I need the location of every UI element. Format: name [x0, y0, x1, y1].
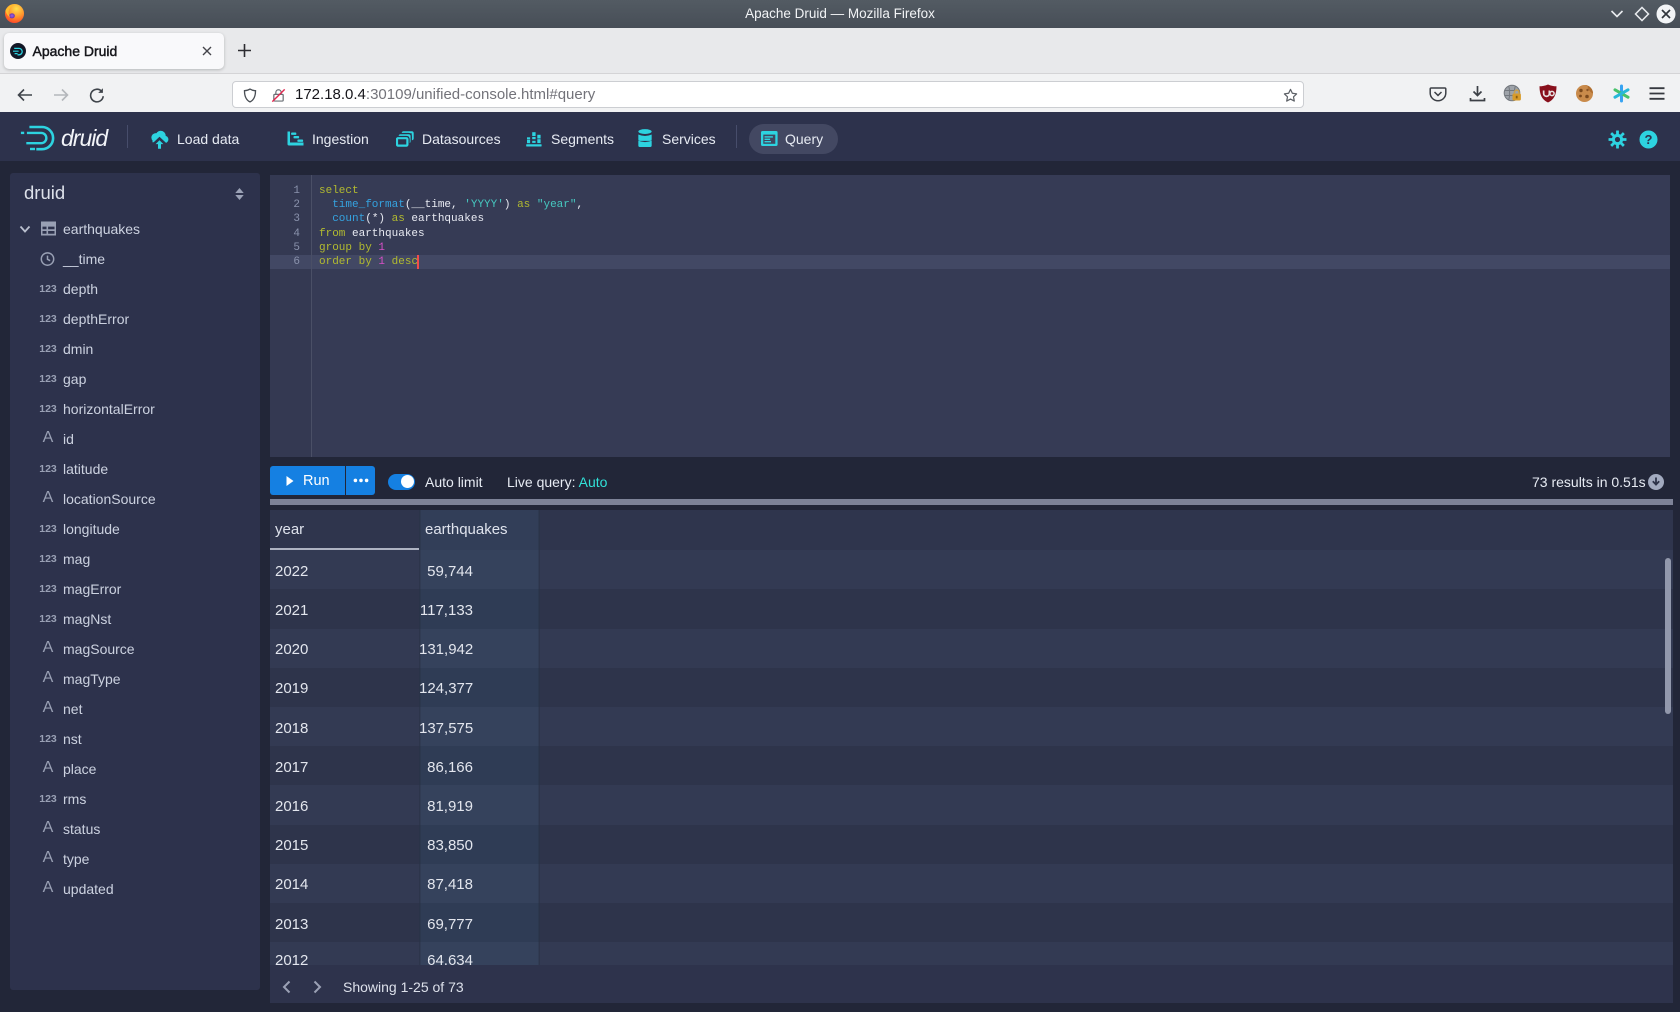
svg-text:?: ?: [1645, 132, 1653, 147]
